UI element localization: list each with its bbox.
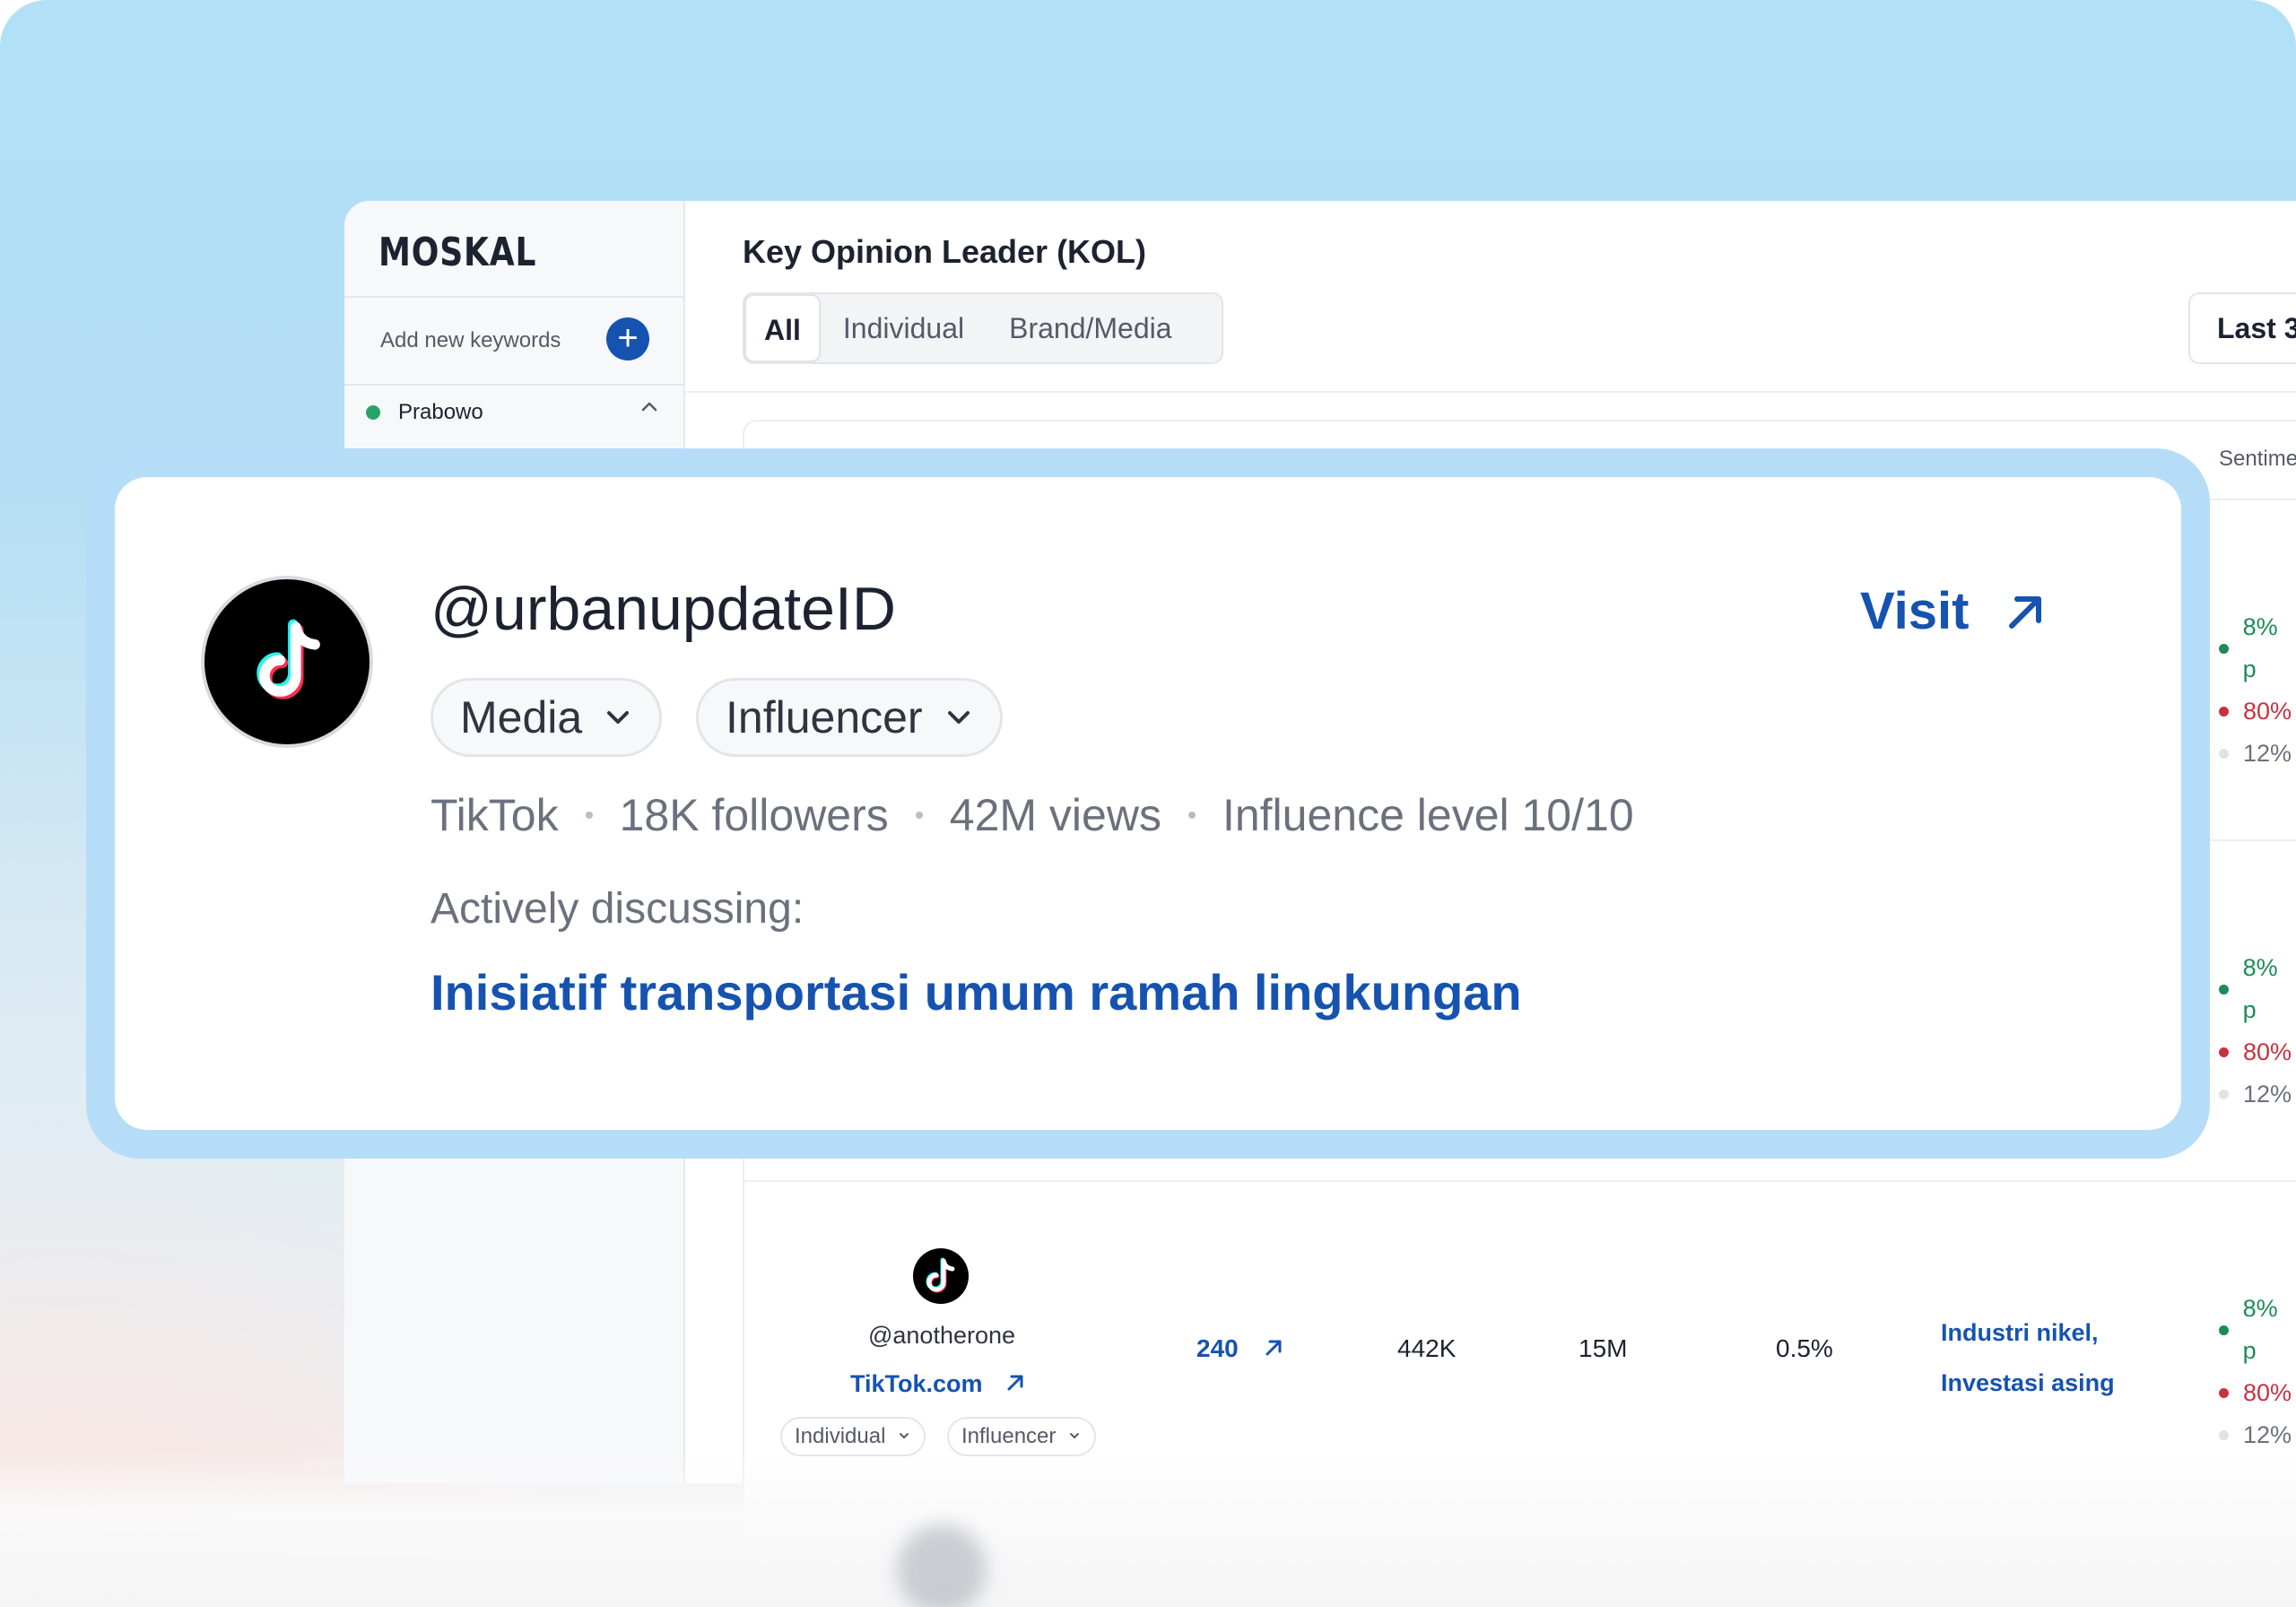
sidebar-divider — [344, 384, 685, 386]
add-keywords-label: Add new keywords — [380, 328, 561, 352]
tag-influencer[interactable]: Influencer — [947, 1417, 1097, 1456]
platform-link[interactable]: TikTok.com — [850, 1370, 1027, 1398]
separator-dot — [1187, 812, 1196, 819]
chevron-down-icon — [1070, 1433, 1080, 1439]
app-logo: MOSKAL — [378, 230, 537, 275]
chevron-up-icon[interactable] — [639, 396, 660, 424]
kol-handle: @urbanupdateID — [430, 575, 896, 643]
page-title: Key Opinion Leader (KOL) — [743, 233, 1147, 270]
sentiment-negative: 80% — [2243, 698, 2292, 725]
positive-dot — [2219, 643, 2229, 654]
neutral-dot — [2219, 1090, 2229, 1099]
tab-brand-media[interactable]: Brand/Media — [987, 294, 1194, 362]
sidebar-keyword-prabowo[interactable]: Prabowo — [398, 400, 483, 425]
sentiment-neutral: 12% — [2243, 1421, 2292, 1448]
row-divider — [744, 1180, 2296, 1182]
tab-individual[interactable]: Individual — [821, 294, 987, 362]
sentiment-negative: 80% — [2243, 1038, 2292, 1065]
engagement-value: 0.5% — [1776, 1334, 1833, 1362]
external-link-icon — [1265, 1340, 1281, 1356]
sentiment-breakdown: 8% p 80% 12% — [2219, 947, 2296, 1116]
kol-stats: TikTok 18K followers 42M views Influence… — [430, 789, 1634, 841]
tag-label: Influencer — [726, 692, 923, 743]
mentions-link[interactable]: 240 — [1196, 1334, 1285, 1363]
sentiment-neutral: 12% — [2243, 1081, 2292, 1108]
negative-dot — [2219, 1047, 2229, 1057]
tiktok-avatar[interactable] — [201, 576, 373, 748]
visit-link[interactable]: Visit — [1860, 581, 2048, 641]
bottom-fade-overlay — [0, 1453, 2296, 1607]
kol-type-tabs: All Individual Brand/Media — [743, 292, 1223, 364]
external-link-icon — [2009, 595, 2042, 629]
separator-dot — [915, 812, 923, 819]
separator-dot — [585, 812, 593, 819]
platform-link-label[interactable]: TikTok.com — [850, 1370, 983, 1397]
visit-label[interactable]: Visit — [1860, 581, 1969, 641]
tag-label: Individual — [795, 1424, 886, 1448]
tag-influencer-dropdown[interactable]: Influencer — [696, 678, 1003, 757]
sentiment-breakdown: 8% p 80% 12% — [2219, 606, 2296, 775]
neutral-dot — [2219, 749, 2229, 759]
tab-all[interactable]: All — [744, 294, 821, 362]
sentiment-positive: 8% p — [2242, 613, 2278, 682]
keyword-status-dot — [366, 405, 380, 420]
positive-dot — [2219, 984, 2229, 995]
chevron-down-icon — [900, 1433, 909, 1439]
followers-value: 442K — [1397, 1334, 1457, 1362]
external-link-icon — [1007, 1375, 1023, 1391]
plus-icon[interactable]: + — [606, 317, 649, 360]
sentiment-neutral: 12% — [2243, 740, 2292, 767]
topic-link[interactable]: Industri nikel, — [1941, 1307, 2115, 1358]
topic-link[interactable]: Investasi asing — [1941, 1358, 2115, 1408]
views-value: 15M — [1578, 1334, 1628, 1362]
influence-level: Influence level 10/10 — [1222, 790, 1634, 840]
sentiment-positive: 8% p — [2242, 1295, 2278, 1364]
column-header-sentiment: Sentime — [2219, 447, 2296, 471]
header-divider — [685, 391, 2296, 393]
discussed-topics: Industri nikel, Investasi asing — [1941, 1307, 2115, 1408]
date-range-select[interactable]: Last 3 — [2188, 292, 2296, 364]
sidebar-divider — [344, 296, 685, 298]
sentiment-breakdown: 8% p 80% 12% — [2219, 1288, 2296, 1456]
tag-media-dropdown[interactable]: Media — [430, 678, 663, 757]
sentiment-positive: 8% p — [2242, 954, 2278, 1023]
tag-label: Media — [460, 692, 583, 743]
platform-name: TikTok — [430, 790, 559, 840]
neutral-dot — [2219, 1430, 2229, 1440]
negative-dot — [2219, 707, 2229, 717]
mentions-count[interactable]: 240 — [1196, 1334, 1239, 1362]
tiktok-icon — [257, 619, 320, 699]
sentiment-negative: 80% — [2243, 1379, 2292, 1406]
chevron-down-icon — [607, 711, 630, 724]
blurred-avatar — [897, 1524, 987, 1607]
discussing-label: Actively discussing: — [430, 885, 804, 933]
positive-dot — [2219, 1325, 2229, 1335]
tiktok-avatar[interactable] — [913, 1248, 969, 1304]
negative-dot — [2219, 1388, 2229, 1398]
followers-count: 18K followers — [619, 790, 889, 840]
views-count: 42M views — [949, 790, 1161, 840]
tag-individual[interactable]: Individual — [780, 1417, 926, 1456]
chevron-down-icon — [947, 711, 970, 724]
tag-label: Influencer — [961, 1424, 1057, 1448]
discussing-topic-link[interactable]: Inisiatif transportasi umum ramah lingku… — [430, 963, 1522, 1021]
kol-handle: @anotherone — [867, 1322, 1016, 1349]
